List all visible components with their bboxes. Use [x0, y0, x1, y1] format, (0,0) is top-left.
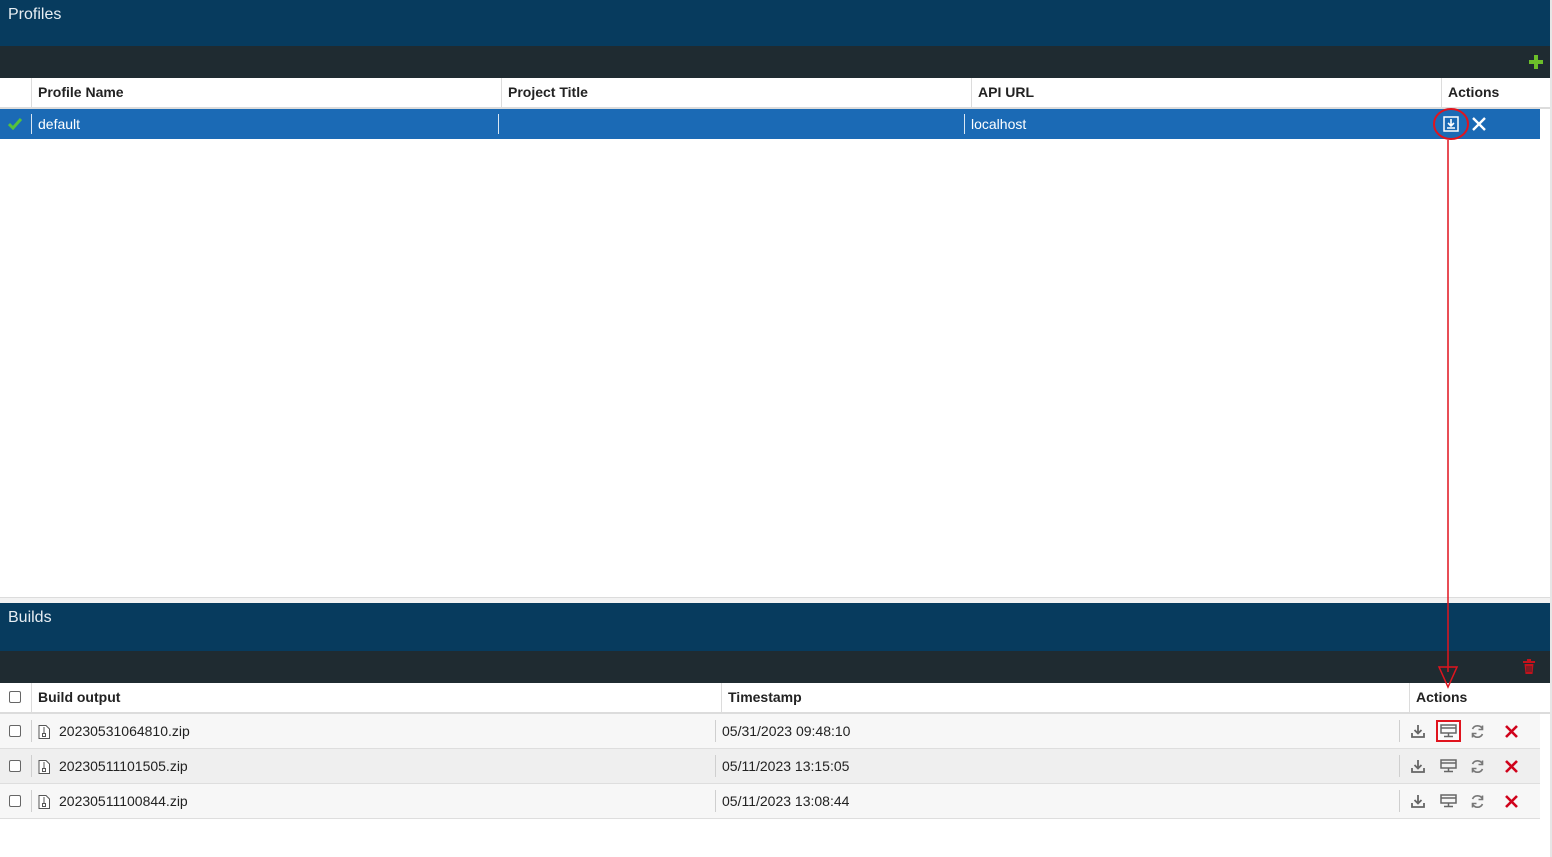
- row-checkbox[interactable]: [9, 760, 21, 772]
- check-icon: [8, 118, 22, 130]
- refresh-icon[interactable]: [1470, 794, 1485, 809]
- build-row[interactable]: 20230531064810.zip 05/31/2023 09:48:10: [0, 714, 1540, 749]
- row-checkbox[interactable]: [9, 795, 21, 807]
- build-timestamp: 05/31/2023 09:48:10: [722, 723, 851, 739]
- zip-file-icon: [38, 725, 50, 739]
- build-timestamp: 05/11/2023 13:08:44: [722, 793, 850, 809]
- col-profile-name[interactable]: Profile Name: [31, 78, 124, 107]
- download-icon[interactable]: [1411, 724, 1425, 738]
- col-api-url[interactable]: API URL: [971, 78, 1034, 107]
- plus-icon[interactable]: [1529, 55, 1543, 69]
- close-icon[interactable]: [1472, 117, 1486, 131]
- col-build-output[interactable]: Build output: [31, 683, 120, 712]
- build-icon[interactable]: [1443, 116, 1459, 132]
- profile-name-cell: default: [31, 114, 80, 134]
- builds-header: Build output Timestamp Actions: [0, 683, 1550, 714]
- trash-icon[interactable]: [1522, 659, 1536, 674]
- download-icon[interactable]: [1411, 794, 1425, 808]
- profiles-toolbar: [0, 46, 1550, 78]
- col-profile-actions: Actions: [1441, 78, 1499, 107]
- download-icon[interactable]: [1411, 759, 1425, 773]
- col-build-actions: Actions: [1409, 683, 1467, 712]
- api-url-cell: localhost: [964, 114, 1026, 134]
- build-file-name[interactable]: 20230511101505.zip: [53, 749, 188, 784]
- col-project-title[interactable]: Project Title: [501, 78, 588, 107]
- profiles-header: Profile Name Project Title API URL Actio…: [0, 78, 1550, 109]
- builds-title-bar: Builds: [0, 603, 1550, 651]
- delete-icon[interactable]: [1505, 760, 1518, 773]
- deploy-icon[interactable]: [1440, 794, 1457, 808]
- delete-icon[interactable]: [1505, 795, 1518, 808]
- build-file-name[interactable]: 20230511100844.zip: [53, 784, 188, 819]
- profile-row[interactable]: default localhost: [0, 109, 1540, 139]
- select-all-checkbox[interactable]: [9, 691, 21, 703]
- zip-file-icon: [38, 795, 50, 809]
- delete-icon[interactable]: [1505, 725, 1518, 738]
- profiles-title: Profiles: [8, 6, 62, 23]
- deploy-icon[interactable]: [1440, 759, 1457, 773]
- build-row[interactable]: 20230511101505.zip 05/11/2023 13:15:05: [0, 749, 1540, 784]
- build-row[interactable]: 20230511100844.zip 05/11/2023 13:08:44: [0, 784, 1540, 819]
- project-title-cell: [498, 114, 505, 134]
- deploy-icon: [1440, 724, 1457, 738]
- build-timestamp: 05/11/2023 13:15:05: [722, 758, 850, 774]
- refresh-icon[interactable]: [1470, 759, 1485, 774]
- build-file-name[interactable]: 20230531064810.zip: [53, 714, 190, 749]
- row-checkbox[interactable]: [9, 725, 21, 737]
- col-timestamp[interactable]: Timestamp: [721, 683, 802, 712]
- builds-toolbar: [0, 651, 1550, 683]
- profiles-title-bar: Profiles: [0, 0, 1550, 46]
- builds-title: Builds: [8, 609, 52, 626]
- deploy-button-highlighted[interactable]: [1436, 720, 1461, 742]
- refresh-icon[interactable]: [1470, 724, 1485, 739]
- zip-file-icon: [38, 760, 50, 774]
